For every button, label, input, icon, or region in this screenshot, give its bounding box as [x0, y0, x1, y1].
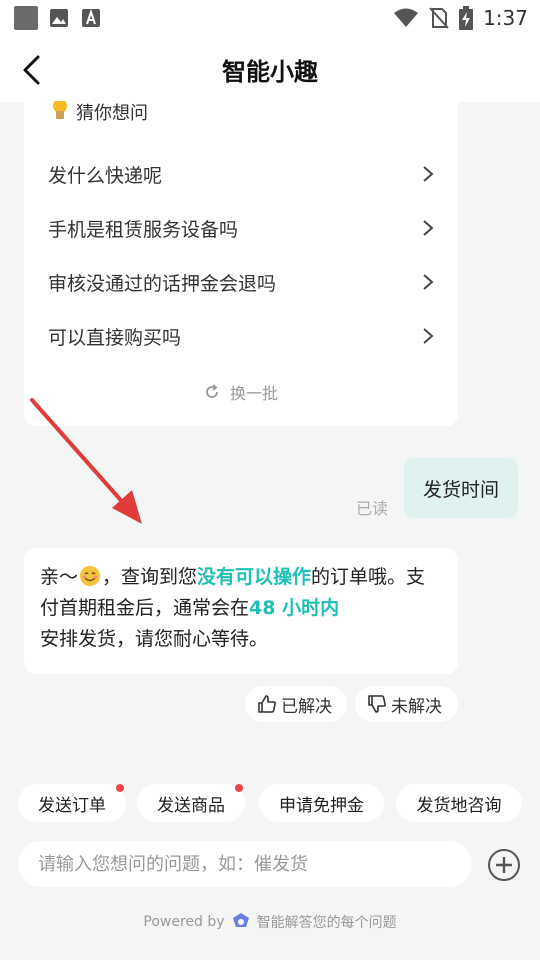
message-input[interactable] [18, 841, 472, 887]
no-sim-icon [429, 7, 449, 29]
image-icon [50, 9, 68, 27]
question-label: 手机是租赁服务设备吗 [48, 218, 239, 241]
question-label: 可以直接购买吗 [48, 326, 182, 349]
bot-highlight-text: 48 小时内 [249, 597, 340, 619]
suggestion-title: 猜你想问 [76, 103, 148, 124]
annotation-arrow-icon [30, 398, 142, 524]
chevron-right-icon [423, 328, 434, 344]
refresh-icon [206, 384, 218, 398]
bot-text-part: 亲〜 [40, 566, 79, 588]
bot-text-part: 安排发货，请您耐心等待。 [40, 628, 269, 650]
question-label: 审核没通过的话押金会退吗 [48, 272, 277, 295]
chevron-right-icon [423, 220, 434, 236]
solved-button[interactable]: 已解决 [245, 686, 347, 722]
suggestion-card: 猜你想问 发什么快递呢 手机是租赁服务设备吗 审核没通过的话押金会退吗 可以直接… [24, 100, 458, 426]
bot-text-part: ，查询到您 [102, 566, 198, 588]
status-bar: 1:37 [0, 0, 540, 36]
font-icon [82, 8, 100, 27]
chevron-right-icon [423, 274, 434, 290]
smile-emoji-icon [80, 566, 101, 586]
read-status: 已读 [356, 499, 389, 518]
question-label: 发什么快递呢 [48, 164, 163, 187]
red-dot-badge [235, 784, 243, 792]
status-time: 1:37 [483, 6, 528, 30]
suggested-question[interactable]: 手机是租赁服务设备吗 [48, 208, 434, 248]
chevron-right-icon [423, 166, 434, 182]
lightbulb-icon [53, 101, 67, 119]
user-message-text: 发货时间 [422, 478, 499, 501]
page-title: 智能小趣 [222, 58, 318, 86]
quick-chip-ship-origin[interactable]: 发货地咨询 [396, 784, 522, 822]
powered-by-footer: Powered by 智能解答您的每个问题 [0, 912, 540, 932]
thumbs-down-icon [368, 695, 386, 713]
notification-square-icon [14, 6, 38, 30]
status-left-icons [14, 6, 102, 30]
footer-tagline: 智能解答您的每个问题 [256, 915, 397, 931]
battery-charging-icon [459, 6, 474, 30]
status-right-icons: 1:37 [393, 6, 528, 30]
bot-highlight-text: 没有可以操作 [197, 566, 312, 588]
red-dot-badge [116, 784, 124, 792]
brand-logo-icon [232, 913, 249, 927]
add-plus-icon[interactable] [487, 848, 521, 882]
chip-label: 发货地咨询 [416, 795, 502, 816]
quick-chip-send-product[interactable]: 发送商品 [137, 784, 245, 822]
thumbs-up-icon [258, 695, 276, 713]
quick-chip-deposit-free[interactable]: 申请免押金 [259, 784, 384, 822]
suggestion-header: 猜你想问 [50, 98, 148, 126]
user-message-bubble: 发货时间 [404, 458, 518, 518]
chip-label: 发送商品 [157, 795, 225, 816]
suggested-question[interactable]: 可以直接购买吗 [48, 316, 434, 356]
nav-bar: 智能小趣 [0, 36, 540, 102]
unsolved-label: 未解决 [391, 696, 442, 717]
suggested-question[interactable]: 发什么快递呢 [48, 154, 434, 194]
suggested-question[interactable]: 审核没通过的话押金会退吗 [48, 262, 434, 302]
chip-label: 申请免押金 [279, 795, 364, 816]
refresh-label: 换一批 [229, 384, 278, 403]
quick-chip-send-order[interactable]: 发送订单 [18, 784, 126, 822]
chip-label: 发送订单 [38, 795, 106, 816]
powered-by-label: Powered by [143, 914, 225, 930]
bot-message-bubble: 亲〜 ，查询到您没有可以操作的订单哦。支付首期租金后，通常会在48 小时内 安排发货… [24, 548, 458, 674]
solved-label: 已解决 [281, 696, 332, 717]
unsolved-button[interactable]: 未解决 [355, 686, 458, 722]
wifi-icon [394, 8, 419, 27]
